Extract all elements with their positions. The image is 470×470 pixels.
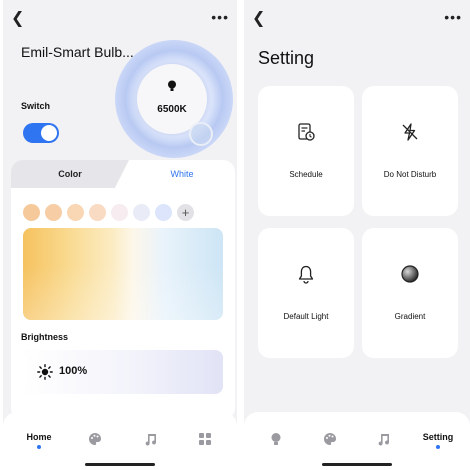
brightness-label: Brightness (21, 332, 69, 342)
preset-swatch[interactable] (89, 204, 106, 221)
more-icon[interactable]: ••• (444, 10, 462, 24)
schedule-tile[interactable]: Schedule (258, 86, 354, 216)
preset-swatch[interactable] (133, 204, 150, 221)
home-top-bar: ❮ ••• (3, 8, 237, 32)
do-not-disturb-label: Do Not Disturb (383, 170, 437, 179)
tab-color[interactable]: Color (11, 160, 129, 188)
nav-music[interactable] (131, 432, 171, 456)
brightness-value: 100% (59, 365, 88, 377)
setting-screen: ❮ ••• Setting Schedule Do Not Disturb De… (244, 0, 470, 470)
more-icon[interactable]: ••• (211, 10, 229, 24)
do-not-disturb-icon (402, 123, 418, 141)
nav-home[interactable]: Home (19, 432, 59, 456)
home-indicator (322, 463, 392, 466)
page-title: Setting (258, 48, 315, 68)
switch-label: Switch (21, 101, 51, 111)
grid-icon (199, 433, 211, 445)
default-light-tile[interactable]: Default Light (258, 228, 354, 358)
preset-swatch[interactable] (111, 204, 128, 221)
color-temperature-value: 6500K (157, 104, 187, 115)
gradient-icon (401, 265, 419, 283)
nav-home-label: Home (26, 432, 52, 442)
nav-color[interactable] (75, 432, 115, 456)
brightness-slider[interactable]: 100% (23, 350, 223, 394)
picker-handle[interactable] (189, 122, 213, 146)
palette-icon (89, 433, 102, 445)
preset-swatch[interactable] (155, 204, 172, 221)
bottom-navigation: Home (3, 412, 237, 470)
nav-grid[interactable] (185, 432, 225, 456)
music-icon (378, 434, 389, 446)
schedule-icon (298, 123, 315, 141)
palette-icon (324, 433, 337, 445)
nav-music[interactable] (364, 432, 404, 456)
nav-color[interactable] (310, 432, 350, 456)
add-swatch-button[interactable]: + (177, 204, 194, 221)
brightness-fill (23, 350, 223, 394)
gradient-label: Gradient (394, 312, 426, 321)
sun-icon (37, 364, 53, 380)
setting-top-bar: ❮ ••• (244, 8, 470, 32)
bulb-icon (271, 433, 281, 445)
home-screen: ❮ ••• Emil-Smart Bulb... 6500K Switch Co… (3, 0, 237, 470)
bottom-navigation: Setting (244, 412, 470, 470)
nav-light[interactable] (256, 432, 296, 456)
back-icon[interactable]: ❮ (252, 10, 265, 28)
schedule-label: Schedule (289, 170, 323, 179)
home-indicator (85, 463, 155, 466)
light-control-card: Color White + Brightness 100% (11, 160, 235, 420)
gradient-tile[interactable]: Gradient (362, 228, 458, 358)
default-light-label: Default Light (283, 312, 329, 321)
white-temperature-picker[interactable] (23, 228, 223, 320)
preset-swatch[interactable] (23, 204, 40, 221)
nav-active-dot (436, 445, 440, 449)
tab-white[interactable]: White (129, 160, 235, 188)
switch-knob (41, 125, 57, 141)
bell-icon (298, 265, 314, 284)
device-name: Emil-Smart Bulb... (21, 44, 134, 60)
nav-setting-label: Setting (422, 432, 454, 442)
preset-swatch[interactable] (45, 204, 62, 221)
music-icon (145, 434, 156, 446)
power-switch[interactable] (23, 123, 59, 143)
nav-setting[interactable]: Setting (416, 432, 460, 456)
bulb-icon (168, 80, 176, 91)
do-not-disturb-tile[interactable]: Do Not Disturb (362, 86, 458, 216)
preset-swatch[interactable] (67, 204, 84, 221)
nav-active-dot (37, 445, 41, 449)
back-icon[interactable]: ❮ (11, 10, 24, 28)
